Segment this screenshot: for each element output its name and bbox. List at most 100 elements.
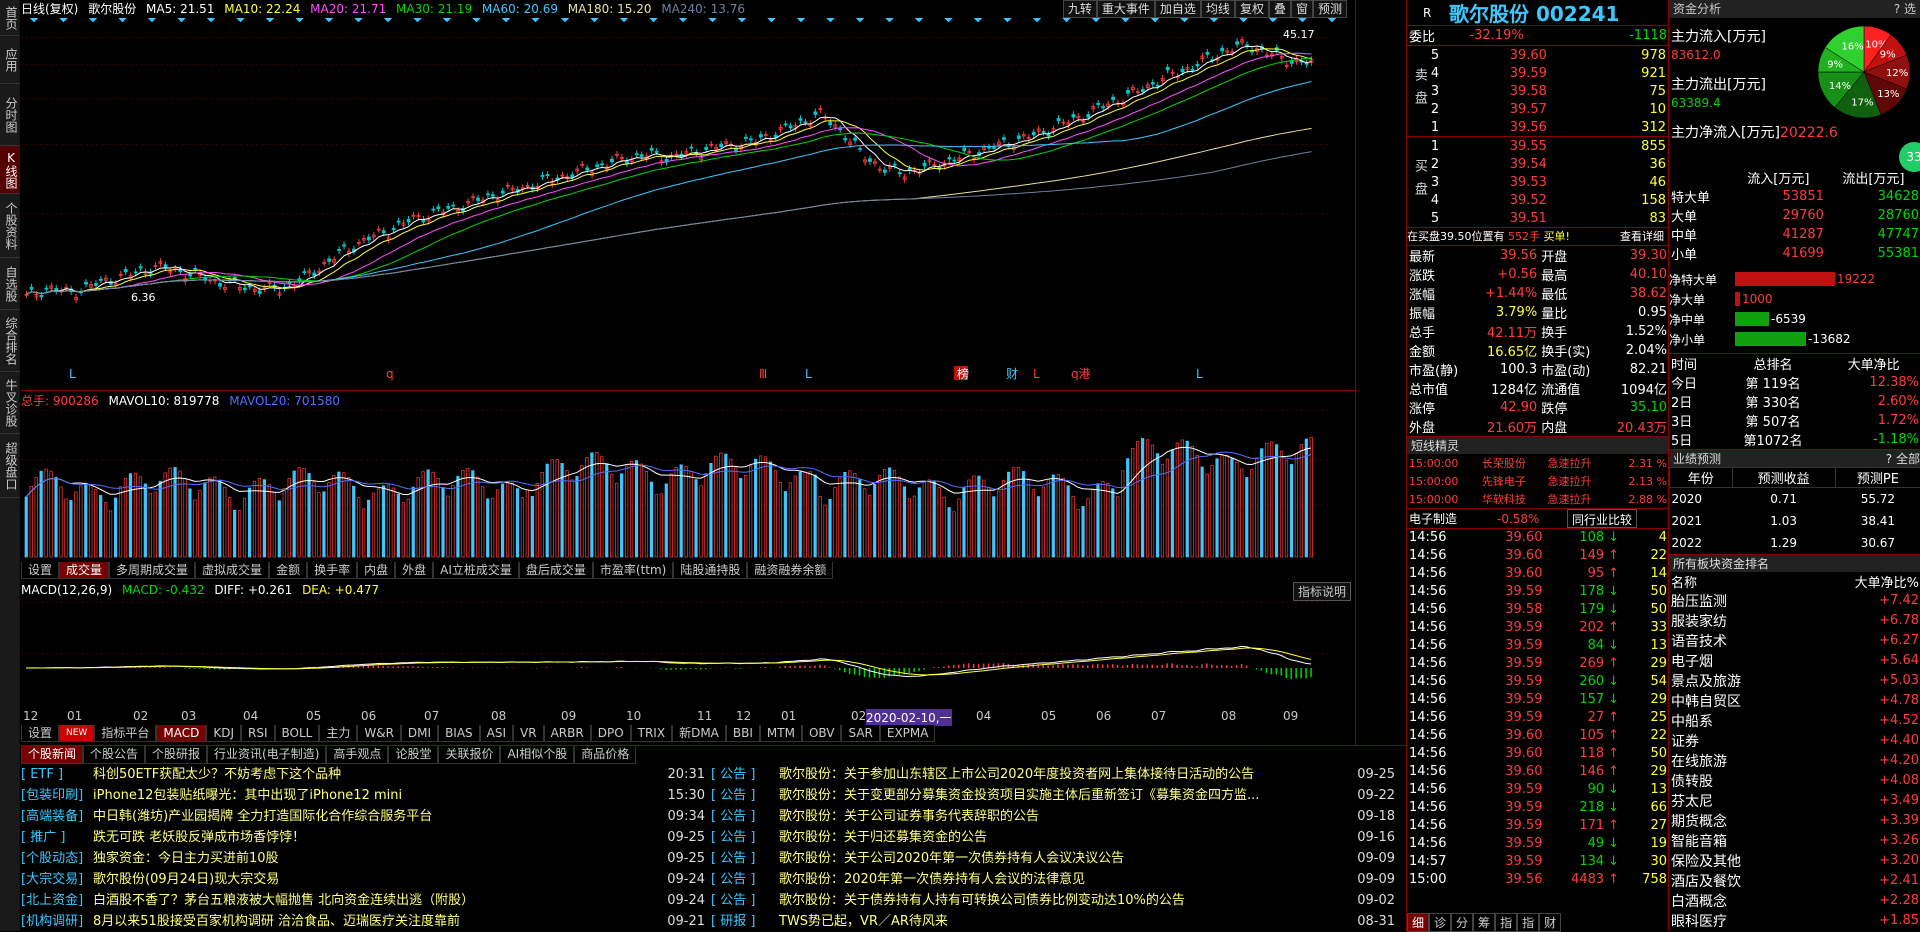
bid-detail-link[interactable]: 查看详细: [1620, 228, 1668, 246]
chart-marker[interactable]: L: [1196, 367, 1203, 381]
event-marker[interactable]: [1180, 18, 1189, 23]
news-tab-2[interactable]: 个股研报: [145, 746, 208, 764]
toolbar-button-1[interactable]: 重大事件: [1096, 0, 1155, 18]
event-marker[interactable]: [413, 18, 422, 23]
indicator-tab-17[interactable]: BBI: [725, 725, 760, 742]
event-marker[interactable]: [118, 18, 127, 23]
vol-tab-8[interactable]: AI立桩成交量: [433, 562, 519, 579]
vol-tab-0[interactable]: 设置: [21, 562, 60, 579]
indicator-tab-2[interactable]: 指标平台: [94, 725, 157, 742]
toolbar-button-2[interactable]: 加自选: [1154, 0, 1201, 18]
sector-row[interactable]: 服装家纺 +6.78: [1669, 611, 1920, 631]
indicator-tab-18[interactable]: MTM: [759, 725, 802, 742]
event-marker[interactable]: [826, 18, 835, 23]
bottom-tab-3[interactable]: 筹: [1473, 913, 1496, 932]
event-marker[interactable]: [1239, 18, 1248, 23]
news-item[interactable]: [ 公告 ] 歌尔股份：关于参加山东辖区上市公司2020年度投资者网上集体接待日活…: [711, 764, 1401, 785]
event-marker[interactable]: [649, 18, 658, 23]
news-item[interactable]: [大宗交易] 歌尔股份(09月24日)现大宗交易 09-24: [21, 869, 711, 890]
indicator-tab-10[interactable]: BIAS: [438, 725, 480, 742]
indicator-tab-5[interactable]: RSI: [241, 725, 275, 742]
chart-marker[interactable]: q港: [1071, 367, 1091, 381]
volume-chart[interactable]: 20290135716851X100: [21, 407, 1356, 562]
vol-tab-2[interactable]: 多周期成交量: [109, 562, 196, 579]
event-marker[interactable]: [501, 18, 511, 23]
indicator-tab-13[interactable]: ARBR: [543, 725, 591, 742]
event-marker[interactable]: [1150, 18, 1160, 23]
sector-row[interactable]: 期货概念 +3.39: [1669, 811, 1920, 831]
event-marker[interactable]: [885, 18, 894, 23]
news-item[interactable]: [ ETF ] 科创50ETF获配太少？不妨考虑下这个品种 20:31: [21, 764, 711, 785]
event-marker[interactable]: [1091, 18, 1101, 23]
toolbar-button-4[interactable]: 复权: [1234, 0, 1269, 18]
event-marker[interactable]: [973, 18, 983, 23]
event-marker[interactable]: [1003, 18, 1012, 23]
vol-tab-3[interactable]: 虚拟成交量: [195, 562, 270, 579]
vol-tab-7[interactable]: 外盘: [395, 562, 434, 579]
toolbar-button-7[interactable]: 预测: [1312, 0, 1347, 18]
buy-level[interactable]: 1 39.55 855: [1429, 137, 1668, 155]
news-title[interactable]: 歌尔股份：关于参加山东辖区上市公司2020年度投资者网上集体接待日活动的公告: [779, 764, 1353, 785]
nav-tab-3[interactable]: K线图: [0, 146, 20, 194]
buy-level[interactable]: 5 39.51 83: [1429, 209, 1668, 227]
event-marker[interactable]: [796, 18, 806, 23]
event-marker[interactable]: [767, 18, 776, 23]
toolbar-button-6[interactable]: 窗: [1290, 0, 1313, 18]
bottom-tab-6[interactable]: 财: [1539, 913, 1562, 932]
chart-marker[interactable]: 榜: [957, 366, 969, 381]
chart-marker[interactable]: L: [69, 367, 76, 381]
vol-tab-1[interactable]: 成交量: [59, 562, 110, 579]
event-marker[interactable]: [206, 18, 216, 23]
indicator-tab-15[interactable]: TRIX: [630, 725, 673, 742]
event-marker[interactable]: [295, 18, 304, 23]
fund-badge[interactable]: 33: [1899, 142, 1920, 172]
nav-tab-7[interactable]: 牛叉诊股: [0, 372, 20, 434]
vol-tab-12[interactable]: 融资融券余额: [747, 562, 834, 579]
indicator-tab-7[interactable]: 主力: [319, 725, 358, 742]
sector-row[interactable]: 电子烟 +5.64: [1669, 651, 1920, 671]
vol-tab-6[interactable]: 内盘: [357, 562, 396, 579]
indicator-tab-9[interactable]: DMI: [400, 725, 439, 742]
sector-col-ratio[interactable]: 大单净比%: [1800, 572, 1920, 591]
vol-tab-5[interactable]: 换手率: [307, 562, 358, 579]
event-marker[interactable]: [560, 18, 570, 23]
indicator-tab-20[interactable]: SAR: [841, 725, 880, 742]
event-marker[interactable]: [88, 18, 98, 23]
kline-chart[interactable]: 47.3338.7330.1221.5212.929.7445.176.36Lq…: [21, 18, 1356, 390]
sector-row[interactable]: 中船系 +4.52: [1669, 711, 1920, 731]
sector-row[interactable]: 景点及旅游 +5.03: [1669, 671, 1920, 691]
news-tab-0[interactable]: 个股新闻: [21, 746, 84, 764]
news-item[interactable]: [ 公告 ] 歌尔股份：关于公司证券事务代表辞职的公告 09-18: [711, 806, 1401, 827]
news-title[interactable]: 独家资金：今日主力买进前10股: [93, 848, 663, 869]
sell-level[interactable]: 5 39.60 978: [1429, 46, 1668, 64]
event-marker[interactable]: [1062, 18, 1071, 23]
news-tab-8[interactable]: 商品价格: [574, 746, 637, 764]
news-item[interactable]: [ 推广 ] 跌无可跌 老妖股反弹成市场香饽饽！ 09-25: [21, 827, 711, 848]
event-marker[interactable]: [531, 18, 540, 23]
news-tab-5[interactable]: 论股堂: [388, 746, 439, 764]
buy-level[interactable]: 2 39.54 36: [1429, 155, 1668, 173]
indicator-tab-6[interactable]: BOLL: [274, 725, 320, 742]
event-marker[interactable]: [1209, 18, 1219, 23]
nav-tab-6[interactable]: 综合排名: [0, 310, 20, 372]
news-item[interactable]: [ 公告 ] 歌尔股份：关于公司2020年第一次债券持有人会议决议公告 09-09: [711, 848, 1401, 869]
news-item[interactable]: [机构调研] 8月以来51股接受百家机构调研 洽洽食品、迈瑞医疗关注度靠前 09-2…: [21, 911, 711, 932]
indicator-tab-19[interactable]: OBV: [801, 725, 842, 742]
event-marker[interactable]: [737, 18, 747, 23]
event-marker[interactable]: [354, 18, 363, 23]
sell-level[interactable]: 2 39.57 10: [1429, 100, 1668, 118]
vol-tab-10[interactable]: 市盈率(ttm): [592, 562, 674, 579]
sector-row[interactable]: 保险及其他 +3.20: [1669, 851, 1920, 871]
news-item[interactable]: [ 研报 ] TWS势已起，VR／AR待风来 08-31: [711, 911, 1401, 932]
news-title[interactable]: iPhone12包装贴纸曝光：其中出现了iPhone12 mini: [93, 785, 663, 806]
buy-level[interactable]: 4 39.52 158: [1429, 191, 1668, 209]
news-title[interactable]: 歌尔股份：关于公司2020年第一次债券持有人会议决议公告: [779, 848, 1353, 869]
shortline-row[interactable]: 15:00:00 华软科技 急速拉升 2.88 %: [1407, 490, 1669, 508]
bottom-tab-2[interactable]: 分: [1451, 913, 1474, 932]
news-tab-1[interactable]: 个股公告: [83, 746, 146, 764]
event-marker[interactable]: [472, 18, 481, 23]
bottom-tab-4[interactable]: 指: [1495, 913, 1518, 932]
news-title[interactable]: 歌尔股份：关于变更部分募集资金投资项目实施主体后重新签订《募集资金四方监...: [779, 785, 1353, 806]
nav-tab-2[interactable]: 分时图: [0, 84, 20, 146]
chart-marker[interactable]: L: [805, 367, 812, 381]
